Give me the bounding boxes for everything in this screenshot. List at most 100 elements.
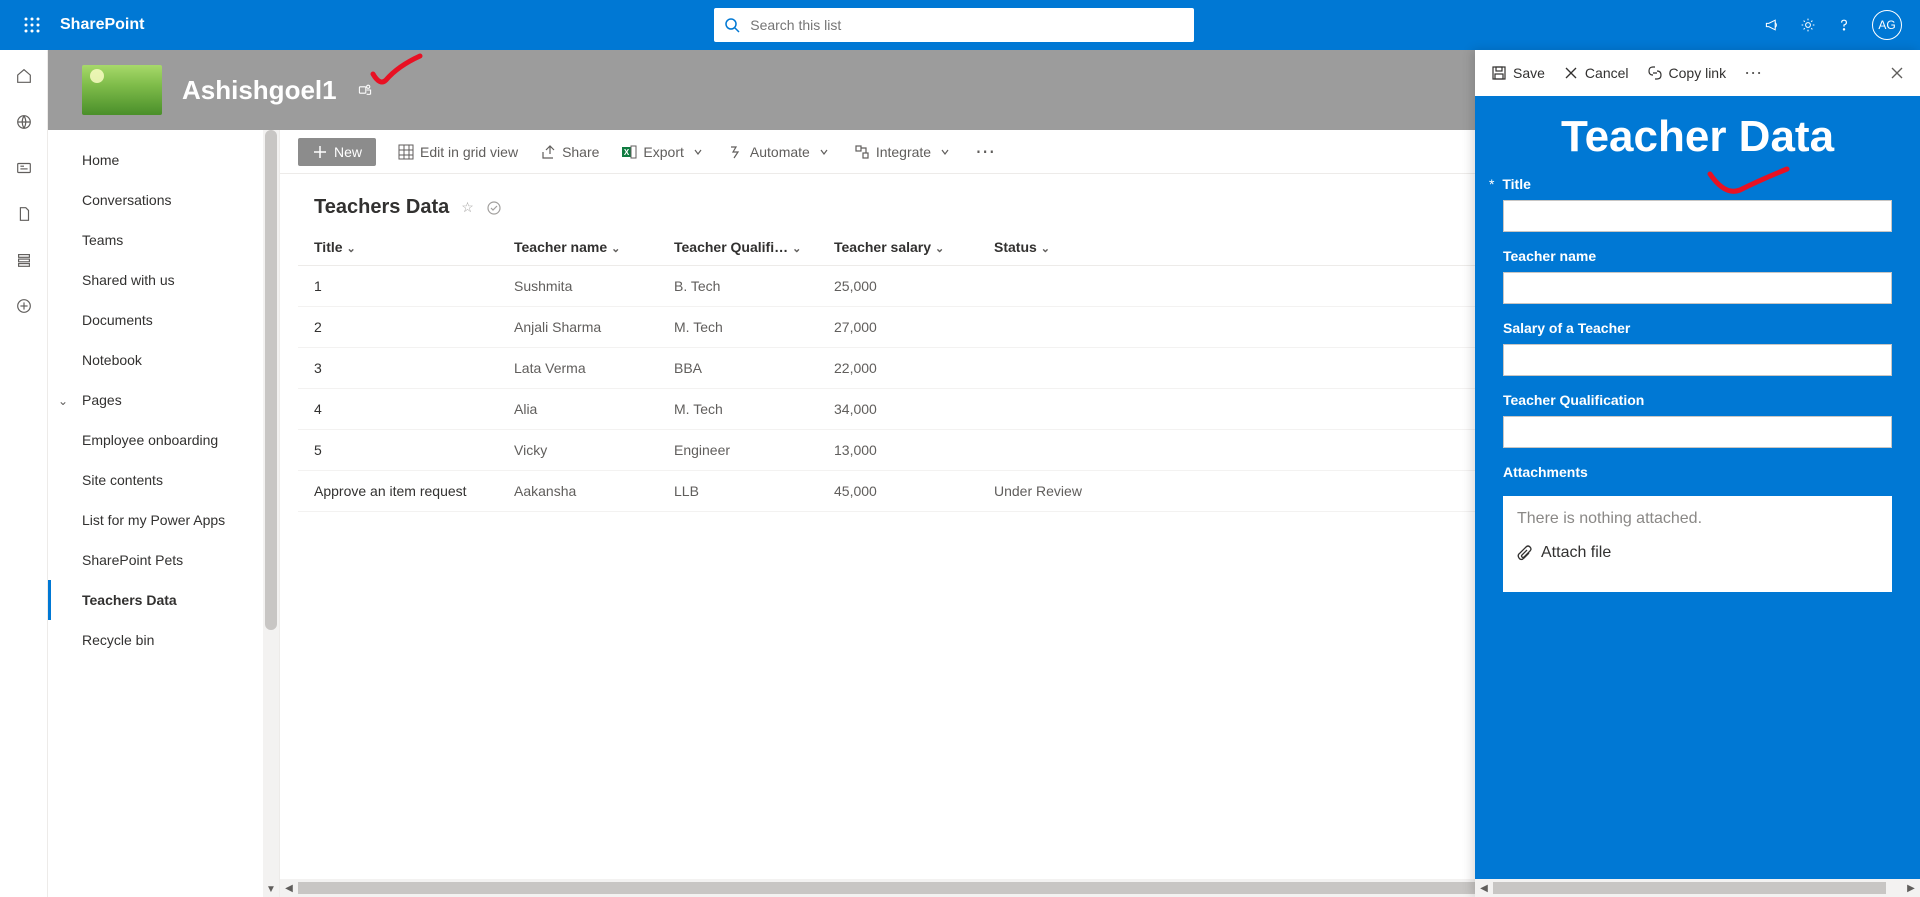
copy-link-button[interactable]: Copy link [1647, 65, 1727, 81]
nav-item-label: Pages [82, 392, 122, 408]
field-title-label: Title [1503, 176, 1892, 192]
megaphone-icon[interactable] [1764, 17, 1780, 33]
table-cell: BBA [658, 348, 818, 389]
col-teacher-name[interactable]: Teacher name⌄ [498, 229, 658, 266]
chevron-down-icon: ⌄ [1041, 243, 1050, 255]
info-icon[interactable] [486, 200, 502, 216]
nav-item-teachers-data[interactable]: Teachers Data [48, 580, 263, 620]
salary-input[interactable] [1503, 344, 1892, 376]
nav-item-label: Conversations [82, 192, 172, 208]
new-item-panel: Save Cancel Copy link ⋯ Teacher D [1475, 50, 1920, 897]
nav-item-home[interactable]: Home [48, 140, 263, 180]
panel-more-button[interactable]: ⋯ [1744, 63, 1764, 84]
edit-grid-button[interactable]: Edit in grid view [398, 144, 518, 160]
news-icon[interactable] [14, 158, 34, 178]
cancel-button[interactable]: Cancel [1563, 65, 1629, 81]
scroll-left-icon[interactable]: ◀ [1475, 883, 1493, 894]
table-cell: 1 [298, 266, 498, 307]
col-title[interactable]: Title⌄ [298, 229, 498, 266]
site-title[interactable]: Ashishgoel1 [182, 75, 337, 106]
nav-scrollbar[interactable]: ▲ ▼ [263, 130, 279, 897]
table-cell: Vicky [498, 430, 658, 471]
globe-icon[interactable] [14, 112, 34, 132]
cancel-icon [1563, 65, 1579, 81]
field-teacher-name-label: Teacher name [1503, 248, 1892, 264]
share-button[interactable]: Share [540, 144, 599, 160]
nav-item-label: Notebook [82, 352, 142, 368]
scroll-thumb[interactable] [298, 882, 1661, 894]
scroll-left-icon[interactable]: ◀ [280, 883, 298, 894]
nav-item-employee-onboarding[interactable]: Employee onboarding [48, 420, 263, 460]
table-cell: 27,000 [818, 307, 978, 348]
nav-item-sharepoint-pets[interactable]: SharePoint Pets [48, 540, 263, 580]
nav-item-label: Employee onboarding [82, 432, 218, 448]
table-cell: Approve an item request [298, 471, 498, 512]
scroll-down-icon[interactable]: ▼ [263, 881, 279, 897]
chevron-down-icon: ⌄ [611, 243, 620, 255]
brand-label[interactable]: SharePoint [60, 16, 144, 34]
settings-icon[interactable] [1800, 17, 1816, 33]
site-logo[interactable] [82, 65, 162, 115]
field-qualification-label: Teacher Qualification [1503, 392, 1892, 408]
nav-item-pages[interactable]: ⌄Pages [48, 380, 263, 420]
save-button[interactable]: Save [1491, 65, 1545, 81]
link-icon [1647, 65, 1663, 81]
scroll-thumb[interactable] [1493, 882, 1886, 894]
home-icon[interactable] [14, 66, 34, 86]
field-attachments: Attachments [1475, 456, 1920, 496]
paperclip-icon [1517, 545, 1533, 561]
panel-horizontal-scrollbar[interactable]: ◀ ▶ [1475, 879, 1920, 897]
attach-file-label: Attach file [1541, 544, 1611, 562]
grid-icon [398, 144, 414, 160]
excel-icon: X [621, 144, 637, 160]
nav-item-teams[interactable]: Teams [48, 220, 263, 260]
help-icon[interactable] [1836, 17, 1852, 33]
flow-icon [728, 144, 744, 160]
search-input[interactable] [750, 17, 1184, 33]
scroll-right-icon[interactable]: ▶ [1902, 883, 1920, 894]
nav-item-list-for-my-power-apps[interactable]: List for my Power Apps [48, 500, 263, 540]
nav-item-shared-with-us[interactable]: Shared with us [48, 260, 263, 300]
plus-icon [312, 144, 328, 160]
title-input[interactable] [1503, 200, 1892, 232]
user-avatar[interactable]: AG [1872, 10, 1902, 40]
nav-item-recycle-bin[interactable]: Recycle bin [48, 620, 263, 660]
save-label: Save [1513, 65, 1545, 81]
panel-command-bar: Save Cancel Copy link ⋯ [1475, 50, 1920, 96]
teams-icon[interactable] [357, 82, 373, 98]
qualification-input[interactable] [1503, 416, 1892, 448]
nav-item-documents[interactable]: Documents [48, 300, 263, 340]
nav-item-conversations[interactable]: Conversations [48, 180, 263, 220]
lists-icon[interactable] [14, 250, 34, 270]
field-teacher-name: Teacher name [1475, 240, 1920, 312]
create-icon[interactable] [14, 296, 34, 316]
automate-button[interactable]: Automate [728, 144, 832, 160]
table-cell: M. Tech [658, 389, 818, 430]
search-box[interactable] [714, 8, 1194, 42]
nav-item-site-contents[interactable]: Site contents [48, 460, 263, 500]
export-button[interactable]: X Export [621, 144, 705, 160]
app-launcher-button[interactable] [12, 17, 52, 33]
teacher-name-input[interactable] [1503, 272, 1892, 304]
field-qualification: Teacher Qualification [1475, 384, 1920, 456]
nav-item-label: Teams [82, 232, 123, 248]
integrate-button[interactable]: Integrate [854, 144, 953, 160]
table-cell: Alia [498, 389, 658, 430]
more-commands-button[interactable]: ⋯ [975, 139, 997, 164]
col-teacher-qual[interactable]: Teacher Qualifi…⌄ [658, 229, 818, 266]
attachments-box: There is nothing attached. Attach file [1503, 496, 1892, 592]
scroll-thumb[interactable] [265, 130, 277, 630]
table-cell: Aakansha [498, 471, 658, 512]
nav-item-label: Home [82, 152, 119, 168]
close-panel-button[interactable] [1890, 66, 1904, 80]
favorite-icon[interactable]: ☆ [461, 199, 474, 216]
nav-item-notebook[interactable]: Notebook [48, 340, 263, 380]
table-cell: Engineer [658, 430, 818, 471]
attach-file-button[interactable]: Attach file [1517, 544, 1878, 562]
new-button[interactable]: New [298, 138, 376, 166]
save-icon [1491, 65, 1507, 81]
files-icon[interactable] [14, 204, 34, 224]
field-title: Title [1475, 168, 1920, 240]
table-cell: 45,000 [818, 471, 978, 512]
col-teacher-salary[interactable]: Teacher salary⌄ [818, 229, 978, 266]
